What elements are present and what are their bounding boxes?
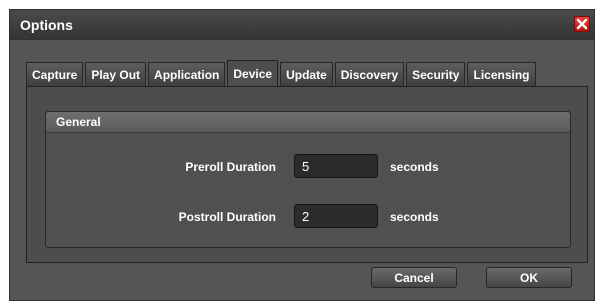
general-group-title: General bbox=[56, 115, 101, 129]
tab-capture[interactable]: Capture bbox=[26, 62, 84, 86]
preroll-duration-input[interactable] bbox=[294, 154, 378, 178]
tab-application[interactable]: Application bbox=[148, 62, 226, 86]
tab-update[interactable]: Update bbox=[280, 62, 333, 86]
close-button[interactable] bbox=[574, 16, 590, 32]
cancel-button[interactable]: Cancel bbox=[371, 267, 457, 288]
postroll-unit-label: seconds bbox=[390, 210, 439, 224]
tab-security[interactable]: Security bbox=[406, 62, 466, 86]
tab-discovery[interactable]: Discovery bbox=[334, 62, 405, 86]
tab-licensing[interactable]: Licensing bbox=[467, 62, 536, 86]
tab-device[interactable]: Device bbox=[227, 60, 279, 86]
preroll-unit-label: seconds bbox=[390, 160, 439, 174]
tab-bar: Capture Play Out Application Device Upda… bbox=[26, 60, 536, 86]
close-icon bbox=[576, 18, 588, 30]
tab-play-out[interactable]: Play Out bbox=[85, 62, 147, 86]
general-group: General Preroll Duration seconds Postrol… bbox=[45, 111, 571, 248]
postroll-duration-label: Postroll Duration bbox=[178, 210, 276, 224]
dialog-title: Options bbox=[20, 17, 73, 33]
options-dialog: Options Capture Play Out Application Dev… bbox=[9, 9, 595, 301]
ok-button[interactable]: OK bbox=[486, 267, 572, 288]
preroll-duration-label: Preroll Duration bbox=[185, 160, 276, 174]
postroll-duration-input[interactable] bbox=[294, 204, 378, 228]
device-tab-panel: General Preroll Duration seconds Postrol… bbox=[26, 86, 588, 263]
general-group-header: General bbox=[46, 112, 570, 133]
title-bar[interactable]: Options bbox=[10, 10, 594, 40]
